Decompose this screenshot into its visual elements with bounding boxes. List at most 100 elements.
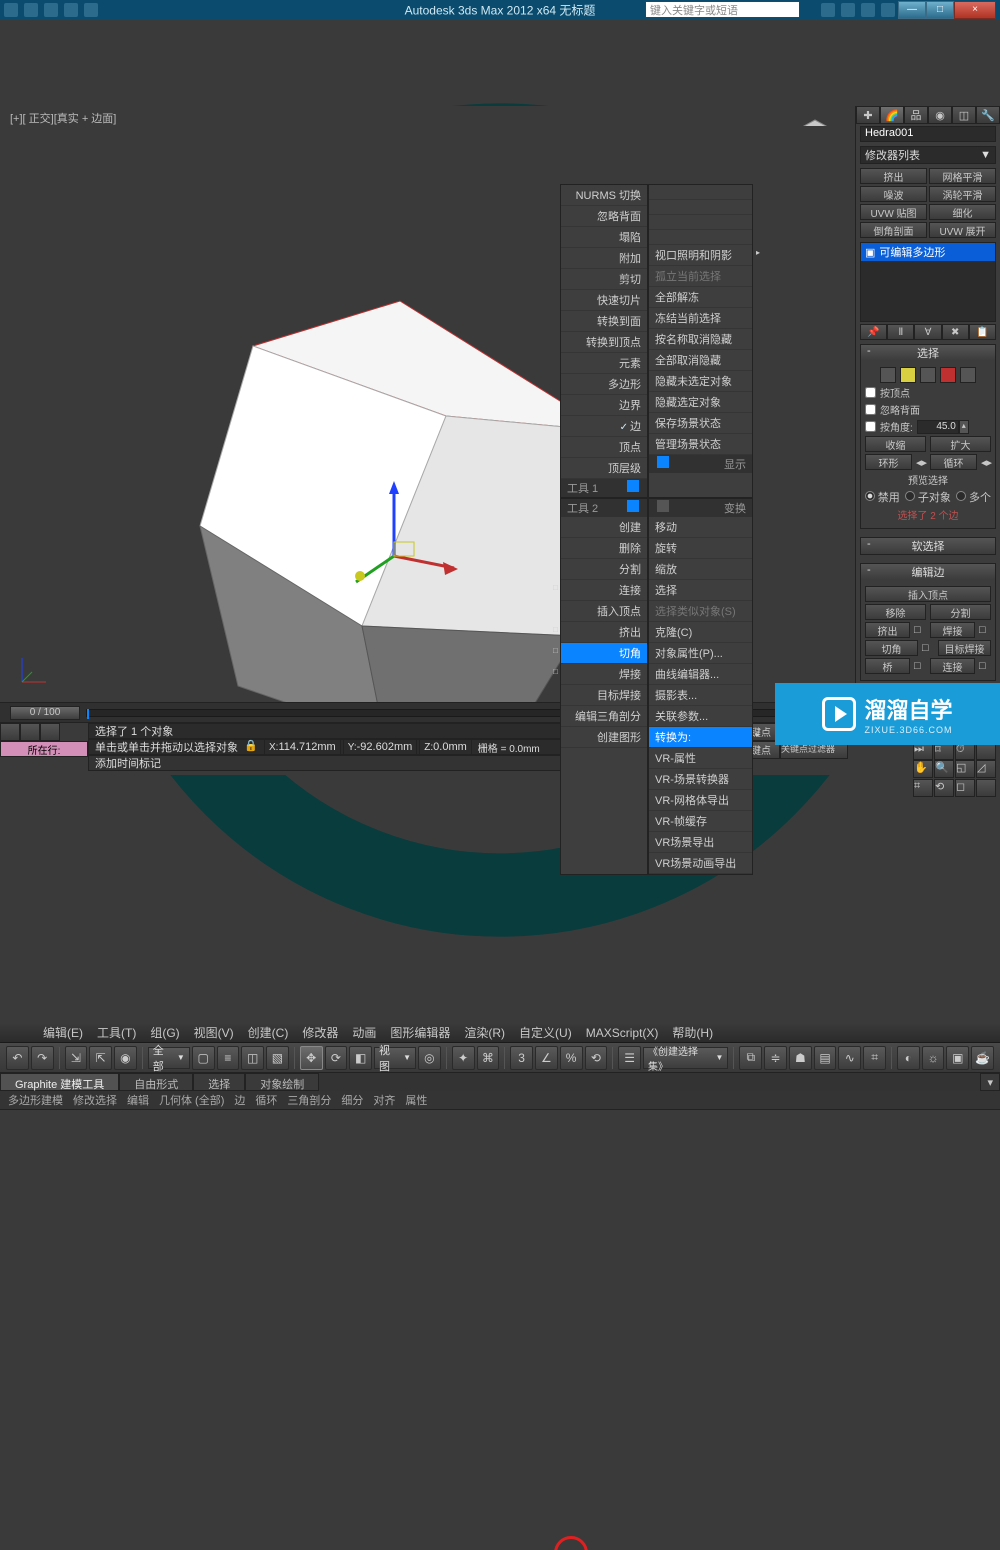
btn-loop[interactable]: 循环 xyxy=(930,454,977,470)
menu-render[interactable]: 渲染(R) xyxy=(457,1022,512,1043)
btn-chamfer2[interactable]: 切角 xyxy=(865,640,918,656)
mini-listener-icon[interactable] xyxy=(20,723,40,741)
qm-isolate[interactable]: 孤立当前选择 xyxy=(649,266,752,287)
btn-grow[interactable]: 扩大 xyxy=(930,436,991,452)
qm-scale[interactable]: 缩放 xyxy=(649,559,752,580)
menu-edit[interactable]: 编辑(E) xyxy=(36,1022,90,1043)
btn-ring[interactable]: 环形 xyxy=(865,454,912,470)
object-name-field[interactable]: Hedra001 xyxy=(860,126,996,142)
maximize-vp-icon[interactable]: ◻ xyxy=(955,779,975,797)
qm-dopesheet[interactable]: 摄影表... xyxy=(649,685,752,706)
qm-delete[interactable]: 删除 xyxy=(561,538,647,559)
qm-quickslice[interactable]: 快速切片 xyxy=(561,290,647,311)
fov-icon[interactable]: ◿ xyxy=(976,760,996,778)
qm-connect[interactable]: □连接 xyxy=(561,580,647,601)
schematic-icon[interactable]: ⌗ xyxy=(863,1046,886,1070)
listener-line-label[interactable]: 所在行: xyxy=(0,741,88,757)
curve-editor-icon[interactable]: ∿ xyxy=(838,1046,861,1070)
qm-border[interactable]: 边界 xyxy=(561,395,647,416)
btn-targetweld2[interactable]: 目标焊接 xyxy=(938,640,991,656)
menu-tools[interactable]: 工具(T) xyxy=(90,1022,143,1043)
ribbon-panel-subdiv[interactable]: 细分 xyxy=(341,1092,363,1108)
subobj-element-icon[interactable] xyxy=(960,367,976,383)
menu-animation[interactable]: 动画 xyxy=(345,1022,383,1043)
stack-unique-icon[interactable]: ∀ xyxy=(914,324,941,340)
named-sel-set-dropdown[interactable]: 《创建选择集》▼ xyxy=(643,1047,728,1069)
qm-select[interactable]: 选择 xyxy=(649,580,752,601)
menu-create[interactable]: 创建(C) xyxy=(241,1022,296,1043)
undo-icon[interactable]: ↶ xyxy=(6,1046,29,1070)
ribbon-tab-freeform[interactable]: 自由形式 xyxy=(119,1073,193,1091)
qm-tovert[interactable]: 转换到顶点 xyxy=(561,332,647,353)
cmd-tab-modify[interactable]: 🌈 xyxy=(880,106,904,124)
qm-extrude[interactable]: □挤出 xyxy=(561,622,647,643)
rotate-icon[interactable]: ⟳ xyxy=(325,1046,348,1070)
radio-disable[interactable] xyxy=(865,491,875,501)
signin-icon[interactable] xyxy=(861,3,875,17)
ribbon-panel-loop[interactable]: 循环 xyxy=(255,1092,277,1108)
cmd-tab-motion[interactable]: ◉ xyxy=(928,106,952,124)
qm-cut[interactable]: 剪切 xyxy=(561,269,647,290)
render-setup-icon[interactable]: ☼ xyxy=(922,1046,945,1070)
zoom-ext-icon[interactable]: ◱ xyxy=(955,760,975,778)
material-editor-icon[interactable]: ◐ xyxy=(897,1046,920,1070)
layers-icon[interactable]: ☗ xyxy=(789,1046,812,1070)
qm-edge[interactable]: ✓边 xyxy=(561,416,647,437)
qm-vr-fb[interactable]: VR-帧缓存 xyxy=(649,811,752,832)
mini-script-icon[interactable] xyxy=(0,723,20,741)
stack-remove-icon[interactable]: ✖ xyxy=(942,324,969,340)
ribbon-panel-edit[interactable]: 编辑 xyxy=(127,1092,149,1108)
subobj-poly-icon[interactable] xyxy=(940,367,956,383)
qm-unhide-name[interactable]: 按名称取消隐藏 xyxy=(649,329,752,350)
selection-filter-dropdown[interactable]: 全部▼ xyxy=(148,1047,190,1069)
time-tag-field[interactable]: 添加时间标记 xyxy=(95,755,161,771)
toggle-ribbon-icon[interactable]: ▤ xyxy=(814,1046,837,1070)
btn-split2[interactable]: 分割 xyxy=(930,604,991,620)
qm-nurms[interactable]: NURMS 切换 xyxy=(561,185,647,206)
qm-insertv[interactable]: 插入顶点 xyxy=(561,601,647,622)
ribbon-panel-modsel[interactable]: 修改选择 xyxy=(73,1092,117,1108)
align-icon[interactable]: ≑ xyxy=(764,1046,787,1070)
chk-ignorebf[interactable] xyxy=(865,404,876,415)
ribbon-panel-tri[interactable]: 三角剖分 xyxy=(287,1092,331,1108)
ribbon-tab-graphite[interactable]: Graphite 建模工具 xyxy=(0,1073,119,1091)
window-crossing-icon[interactable]: ▧ xyxy=(266,1046,289,1070)
quickmod-tess[interactable]: 细化 xyxy=(929,204,996,220)
qm-createshape[interactable]: 创建图形 xyxy=(561,727,647,748)
snap-icon[interactable]: 3 xyxy=(510,1046,533,1070)
btn-remove[interactable]: 移除 xyxy=(865,604,926,620)
mirror-icon[interactable]: ⧉ xyxy=(739,1046,762,1070)
qa-open-icon[interactable] xyxy=(24,3,38,17)
qm-vr-scconv[interactable]: VR-场景转换器 xyxy=(649,769,752,790)
link-icon[interactable]: ⇲ xyxy=(65,1046,88,1070)
move-icon[interactable]: ✥ xyxy=(300,1046,323,1070)
render-prod-icon[interactable]: ☕ xyxy=(971,1046,994,1070)
select-icon[interactable]: ▢ xyxy=(192,1046,215,1070)
qm-freeze[interactable]: 冻结当前选择 xyxy=(649,308,752,329)
ribbon-panel-geom[interactable]: 几何体 (全部) xyxy=(159,1092,224,1108)
help-search-input[interactable]: 键入关键字或短语 xyxy=(645,1,800,18)
qm-top[interactable]: 顶层级 xyxy=(561,458,647,479)
qm-clone[interactable]: 克隆(C) xyxy=(649,622,752,643)
btn-shrink[interactable]: 收缩 xyxy=(865,436,926,452)
ribbon-panel-props[interactable]: 属性 xyxy=(405,1092,427,1108)
quickmod-uvw[interactable]: UVW 贴图 xyxy=(860,204,927,220)
quickmod-extrude[interactable]: 挤出 xyxy=(860,168,927,184)
scale-icon[interactable]: ◧ xyxy=(349,1046,372,1070)
viewport-label[interactable]: [+][ 正交][真实 + 边面] xyxy=(10,110,116,126)
qm-weld[interactable]: □焊接 xyxy=(561,664,647,685)
menu-group[interactable]: 组(G) xyxy=(143,1022,186,1043)
menu-help[interactable]: 帮助(H) xyxy=(665,1022,720,1043)
cmd-tab-utilities[interactable]: 🔧 xyxy=(976,106,1000,124)
coord-y[interactable]: Y:-92.602mm xyxy=(343,739,418,755)
pctsnap-icon[interactable]: % xyxy=(560,1046,583,1070)
keymode-icon[interactable]: ⌘ xyxy=(477,1046,500,1070)
select-name-icon[interactable]: ≡ xyxy=(217,1046,240,1070)
qm-vr-meshexp[interactable]: VR-网格体导出 xyxy=(649,790,752,811)
bind-icon[interactable]: ◉ xyxy=(114,1046,137,1070)
ribbon-tab-paint[interactable]: 对象绘制 xyxy=(245,1073,319,1091)
qm-toface[interactable]: 转换到面 xyxy=(561,311,647,332)
close-button[interactable]: × xyxy=(954,1,996,19)
menu-customize[interactable]: 自定义(U) xyxy=(512,1022,579,1043)
qm-lighting[interactable]: ▸视口照明和阴影 xyxy=(649,245,752,266)
